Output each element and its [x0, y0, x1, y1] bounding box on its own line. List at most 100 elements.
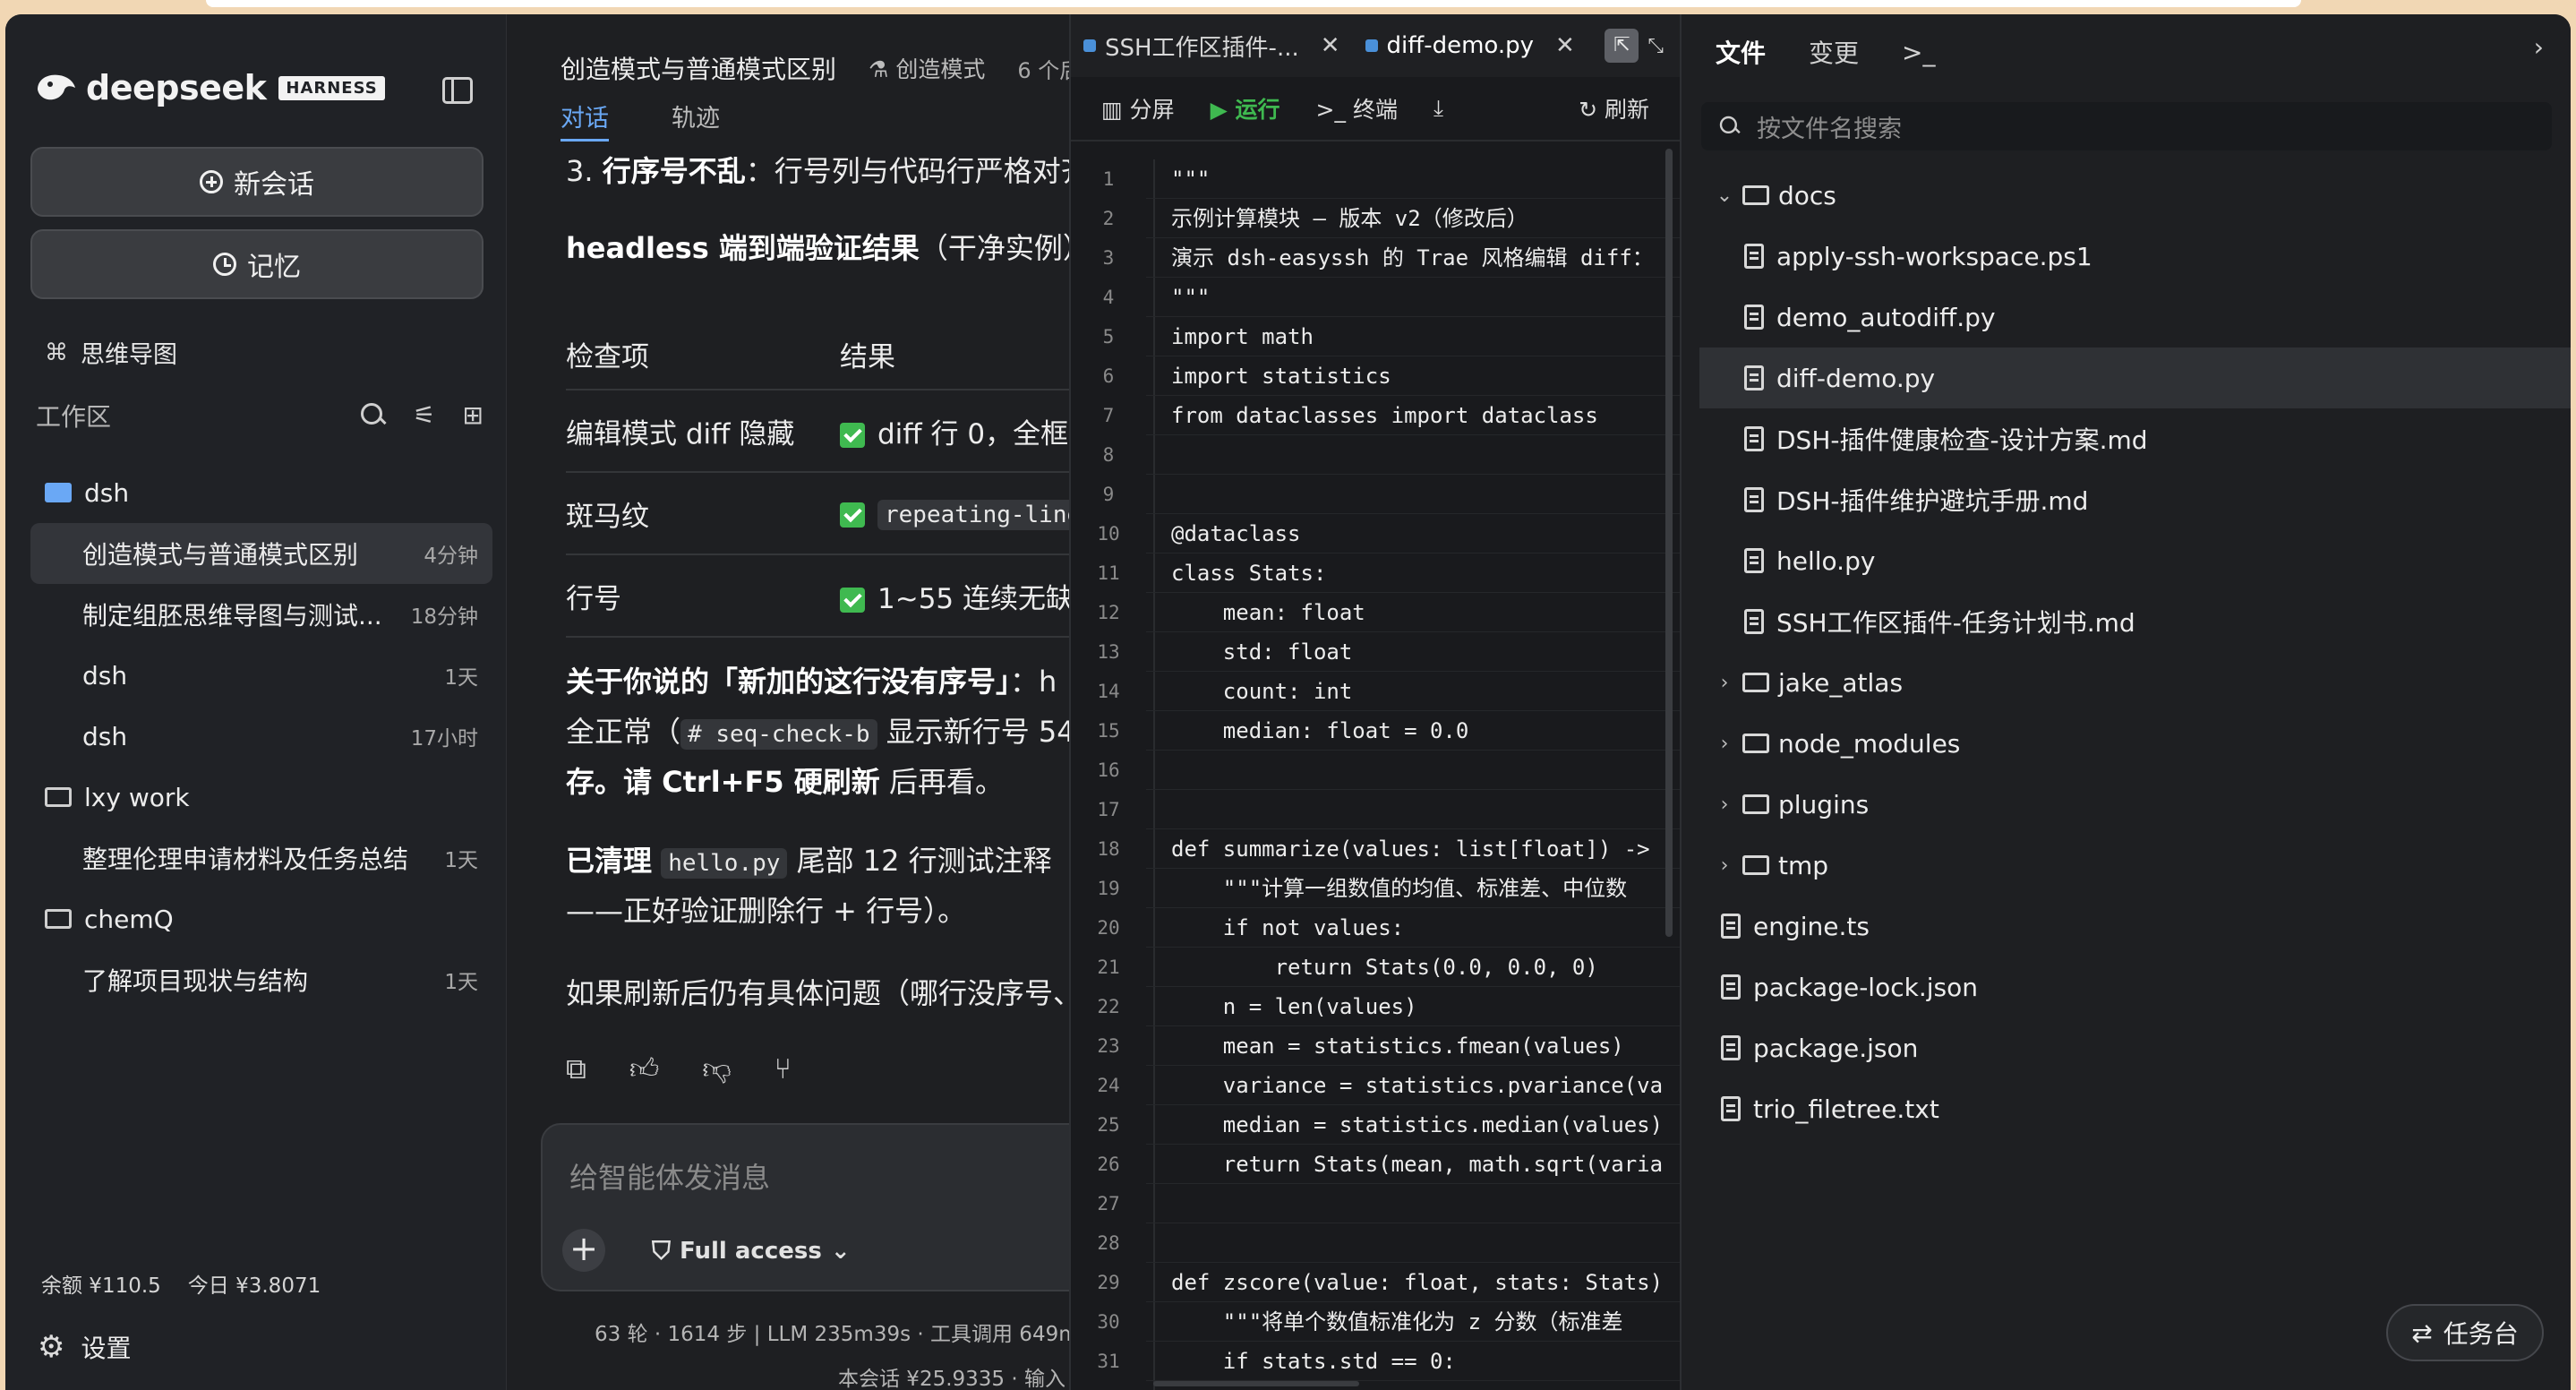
- tab-changes[interactable]: 变更: [1809, 34, 1859, 70]
- session-item[interactable]: 制定组胚思维导图与测试... 18分钟: [30, 584, 492, 645]
- chevron-right-icon[interactable]: ›: [1714, 733, 1735, 755]
- folder-row[interactable]: › node_modules: [1699, 713, 2571, 774]
- sidebar: deepseek HARNESS 新会话 记忆 ⌘ 思维导图 工作区 ⚟ ⊞ d…: [5, 14, 507, 1390]
- workspace-folder-dsh[interactable]: dsh: [30, 462, 492, 523]
- tab-diff-demo[interactable]: diff-demo.py ✕: [1353, 14, 1588, 77]
- session-item[interactable]: 创造模式与普通模式区别 4分钟: [30, 523, 492, 584]
- folder-row[interactable]: ⌄ docs: [1699, 165, 2571, 226]
- run-button[interactable]: ▶ 运行: [1211, 92, 1280, 124]
- file-tree: ⌄ docs apply-ssh-workspace.ps1 demo_autodif…: [1699, 165, 2571, 1139]
- access-selector[interactable]: ⛉ Full access ⌄: [652, 1236, 851, 1266]
- thumbs-down-icon[interactable]: 👎︎: [702, 1051, 731, 1086]
- workspace-folder-lxy-work[interactable]: lxy work: [30, 767, 492, 828]
- tab-trace[interactable]: 轨迹: [672, 99, 720, 142]
- line-number: 7: [1102, 405, 1115, 426]
- split-button[interactable]: ▥ 分屏: [1101, 92, 1175, 124]
- settings-button[interactable]: ⚙ 设置: [38, 1329, 132, 1365]
- task-board-button[interactable]: ⇄ 任务台: [2386, 1304, 2544, 1361]
- code-text: import statistics: [1146, 356, 1680, 396]
- session-age: 18分钟: [410, 605, 478, 629]
- file-row[interactable]: diff-demo.py: [1699, 348, 2571, 408]
- code-line: 8: [1071, 435, 1680, 475]
- collapse-icon[interactable]: ⤡: [1647, 35, 1664, 57]
- file-row[interactable]: demo_autodiff.py: [1699, 287, 2571, 348]
- code-text: n = len(values): [1146, 987, 1680, 1026]
- line-number: 1: [1102, 168, 1115, 190]
- close-icon[interactable]: ✕: [1555, 32, 1575, 59]
- chevron-right-icon[interactable]: ›: [1714, 794, 1735, 816]
- code-text: if stats.std == 0:: [1146, 1342, 1680, 1381]
- terminal-button[interactable]: >_ 终端: [1316, 92, 1398, 124]
- clock-icon: [213, 253, 236, 276]
- message-actions: ⧉ 👍︎ 👎︎ ⑂: [566, 1051, 792, 1086]
- horizontal-scrollbar[interactable]: [1153, 1381, 1359, 1386]
- code-line: 14 count: int: [1071, 672, 1680, 711]
- app-window: deepseek HARNESS 新会话 记忆 ⌘ 思维导图 工作区 ⚟ ⊞ d…: [5, 14, 2571, 1390]
- code-line: 4 """: [1071, 278, 1680, 317]
- message-text: 后再看。: [879, 765, 1004, 799]
- folder-row[interactable]: › tmp: [1699, 835, 2571, 896]
- thumbs-up-icon[interactable]: 👍︎: [629, 1051, 659, 1086]
- branch-icon[interactable]: ⑂: [775, 1051, 792, 1086]
- attach-button[interactable]: +: [562, 1229, 605, 1272]
- workspace-folder-chemq[interactable]: chemQ: [30, 888, 492, 949]
- session-age: 1天: [444, 849, 478, 872]
- code-line: 30 """将单个数值标准化为 z 分数（标准差: [1071, 1302, 1680, 1342]
- tab-ssh-plan[interactable]: SSH工作区插件-... ✕: [1071, 14, 1353, 77]
- file-row[interactable]: DSH-插件维护避坑手册.md: [1699, 469, 2571, 530]
- file-row[interactable]: DSH-插件健康检查-设计方案.md: [1699, 408, 2571, 469]
- code-text: mean = statistics.fmean(values): [1146, 1026, 1680, 1066]
- folder-row[interactable]: › plugins: [1699, 774, 2571, 835]
- session-age: 1天: [444, 971, 478, 994]
- expand-icon[interactable]: ⇱: [1605, 29, 1639, 63]
- item-name: docs: [1778, 180, 1836, 210]
- session-item[interactable]: dsh 1天: [30, 645, 492, 706]
- file-row[interactable]: engine.ts: [1699, 896, 2571, 957]
- mode-indicator[interactable]: ⚗ 创造模式: [869, 52, 985, 84]
- code-line: 17: [1071, 790, 1680, 829]
- session-item[interactable]: 整理伦理申请材料及任务总结 1天: [30, 828, 492, 888]
- file-row[interactable]: SSH工作区插件-任务计划书.md: [1699, 591, 2571, 652]
- memory-button[interactable]: 记忆: [30, 229, 484, 299]
- code-text: std: float: [1146, 632, 1680, 672]
- item-name: engine.ts: [1753, 911, 1870, 941]
- file-row[interactable]: package.json: [1699, 1017, 2571, 1078]
- tab-terminal[interactable]: >_: [1902, 38, 1935, 67]
- file-row[interactable]: apply-ssh-workspace.ps1: [1699, 226, 2571, 287]
- code-line: 23 mean = statistics.fmean(values): [1071, 1026, 1680, 1066]
- vertical-scrollbar[interactable]: [1665, 149, 1673, 937]
- copy-icon[interactable]: ⧉: [566, 1051, 586, 1086]
- file-search-input[interactable]: 按文件名搜索: [1701, 102, 2552, 150]
- tab-files[interactable]: 文件: [1716, 34, 1766, 70]
- chevron-right-icon[interactable]: ›: [1714, 672, 1735, 694]
- chevron-down-icon: ⌄: [830, 1238, 851, 1265]
- chevron-right-icon[interactable]: ›: [2534, 32, 2544, 62]
- filter-icon[interactable]: ⚟: [413, 403, 435, 428]
- chevron-right-icon[interactable]: ›: [1714, 854, 1735, 877]
- chevron-down-icon[interactable]: ⌄: [1714, 184, 1735, 207]
- mindmap-link[interactable]: ⌘ 思维导图: [45, 335, 177, 370]
- session-item[interactable]: dsh 17小时: [30, 706, 492, 767]
- line-number: 23: [1097, 1035, 1120, 1057]
- file-row[interactable]: package-lock.json: [1699, 957, 2571, 1017]
- download-icon[interactable]: ⤓: [1433, 95, 1443, 122]
- sidebar-toggle-icon[interactable]: [442, 77, 473, 104]
- file-row[interactable]: trio_filetree.txt: [1699, 1078, 2571, 1139]
- new-chat-button[interactable]: 新会话: [30, 147, 484, 217]
- code-text: def summarize(values: list[float]) ->: [1146, 829, 1680, 869]
- close-icon[interactable]: ✕: [1321, 32, 1340, 59]
- line-number: 16: [1097, 759, 1120, 781]
- new-folder-icon[interactable]: ⊞: [463, 403, 484, 428]
- session-item[interactable]: 了解项目现状与结构 1天: [30, 949, 492, 1010]
- message-text: ——正好验证删除行 + 行号）。: [566, 894, 967, 928]
- refresh-button[interactable]: ↻ 刷新: [1579, 92, 1649, 124]
- line-number: 27: [1097, 1193, 1120, 1214]
- plus-circle-icon: [200, 170, 223, 193]
- code-area[interactable]: 1 """ 2 示例计算模块 — 版本 v2（修改后） 3 演示 dsh-easyssh …: [1071, 159, 1680, 1381]
- message-input[interactable]: 给智能体发消息 + ⛉ Full access ⌄: [541, 1123, 1069, 1291]
- top-strip: [206, 0, 2301, 7]
- folder-row[interactable]: › jake_atlas: [1699, 652, 2571, 713]
- search-icon[interactable]: [361, 403, 386, 428]
- tab-dialog[interactable]: 对话: [561, 99, 609, 142]
- file-row[interactable]: hello.py: [1699, 530, 2571, 591]
